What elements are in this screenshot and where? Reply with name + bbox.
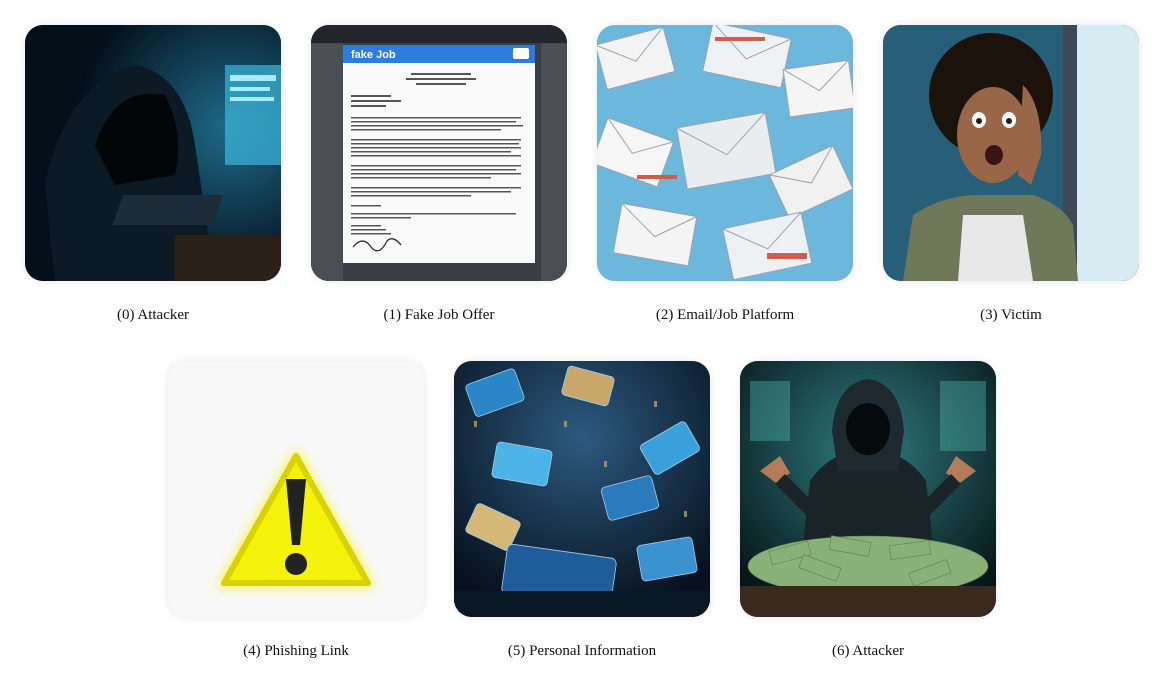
warning-triangle-icon (168, 361, 424, 617)
fake-job-document-icon: fake Job (311, 25, 567, 281)
caption-fake-job-offer: (1) Fake Job Offer (383, 307, 495, 323)
hooded-hacker-icon (25, 25, 281, 281)
panel-email-job-platform-image (597, 25, 853, 281)
caption-victim: (3) Victim (980, 307, 1042, 323)
panel-phishing-link-image (168, 361, 424, 617)
panel-attacker-image (25, 25, 281, 281)
caption-personal-information: (5) Personal Information (507, 643, 657, 659)
panel-attacker-money-image (740, 361, 996, 617)
caption-attacker-2: (6) Attacker (831, 643, 905, 659)
distressed-person-icon (883, 25, 1139, 281)
caption-email-job-platform: (2) Email/Job Platform (655, 307, 795, 323)
caption-attacker: (0) Attacker (116, 307, 190, 323)
caption-phishing-link: (4) Phishing Link (243, 643, 349, 659)
envelopes-icon (597, 25, 853, 281)
panel-fake-job-offer-image: fake Job (311, 25, 567, 281)
fake-job-window-title: fake Job (351, 49, 396, 61)
panel-victim-image (883, 25, 1139, 281)
credit-cards-icon (454, 361, 710, 617)
hacker-with-money-icon (740, 361, 996, 617)
panel-personal-information-image (454, 361, 710, 617)
